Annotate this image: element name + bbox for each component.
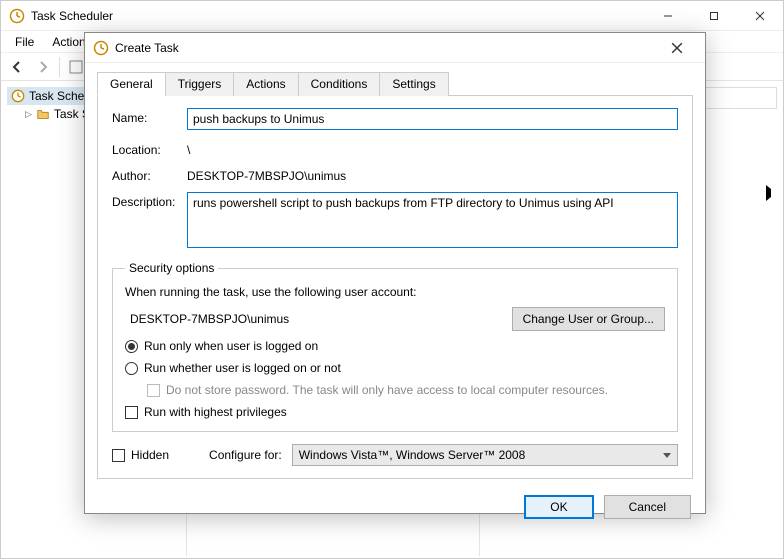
create-task-dialog: Create Task General Triggers Actions Con… bbox=[84, 32, 706, 514]
window-controls bbox=[645, 1, 783, 31]
tab-conditions[interactable]: Conditions bbox=[298, 72, 381, 96]
general-bottom-row: Hidden Configure for: Windows Vista™, Wi… bbox=[112, 444, 678, 466]
hidden-label: Hidden bbox=[131, 448, 169, 462]
configure-for-value: Windows Vista™, Windows Server™ 2008 bbox=[299, 448, 526, 462]
dialog-button-row: OK Cancel bbox=[85, 485, 705, 529]
forward-button[interactable] bbox=[31, 55, 55, 79]
author-value: DESKTOP-7MBSPJO\unimus bbox=[187, 166, 678, 186]
description-input[interactable] bbox=[187, 192, 678, 248]
store-password-check: Do not store password. The task will onl… bbox=[125, 383, 665, 397]
security-legend: Security options bbox=[125, 261, 218, 275]
configure-for-select[interactable]: Windows Vista™, Windows Server™ 2008 bbox=[292, 444, 678, 466]
main-title: Task Scheduler bbox=[31, 9, 645, 23]
radio-not-logged[interactable]: Run whether user is logged on or not bbox=[125, 361, 665, 375]
tab-triggers[interactable]: Triggers bbox=[165, 72, 235, 96]
security-options-group: Security options When running the task, … bbox=[112, 261, 678, 432]
ok-button[interactable]: OK bbox=[524, 495, 593, 519]
tab-actions[interactable]: Actions bbox=[233, 72, 298, 96]
store-password-label: Do not store password. The task will onl… bbox=[166, 383, 608, 397]
radio-logged-on[interactable]: Run only when user is logged on bbox=[125, 339, 665, 353]
folder-icon bbox=[36, 107, 50, 121]
checkbox-icon bbox=[147, 384, 160, 397]
highest-privileges-label: Run with highest privileges bbox=[144, 405, 287, 419]
author-label: Author: bbox=[112, 166, 187, 183]
description-label: Description: bbox=[112, 192, 187, 209]
expand-icon: ▷ bbox=[25, 109, 32, 120]
cancel-button[interactable]: Cancel bbox=[604, 495, 691, 519]
chevron-down-icon bbox=[663, 453, 671, 458]
security-heading: When running the task, use the following… bbox=[125, 285, 665, 299]
tab-settings[interactable]: Settings bbox=[379, 72, 448, 96]
name-input[interactable] bbox=[187, 108, 678, 130]
checkbox-icon bbox=[112, 449, 125, 462]
close-button[interactable] bbox=[737, 1, 783, 31]
main-titlebar: Task Scheduler bbox=[1, 1, 783, 31]
radio-icon bbox=[125, 362, 138, 375]
hidden-check[interactable]: Hidden bbox=[112, 448, 169, 462]
radio-logged-on-label: Run only when user is logged on bbox=[144, 339, 318, 353]
maximize-button[interactable] bbox=[691, 1, 737, 31]
toolbar-separator bbox=[59, 57, 60, 77]
dialog-title: Create Task bbox=[115, 41, 657, 55]
tab-general[interactable]: General bbox=[97, 72, 166, 96]
change-user-button[interactable]: Change User or Group... bbox=[512, 307, 665, 331]
menu-file[interactable]: File bbox=[7, 33, 42, 51]
security-user: DESKTOP-7MBSPJO\unimus bbox=[125, 309, 504, 329]
minimize-button[interactable] bbox=[645, 1, 691, 31]
task-scheduler-icon bbox=[93, 40, 109, 56]
chevron-right-icon[interactable] bbox=[766, 185, 775, 201]
highest-privileges-check[interactable]: Run with highest privileges bbox=[125, 405, 665, 419]
back-button[interactable] bbox=[5, 55, 29, 79]
tab-panel-general: Name: Location: \ Author: DESKTOP-7MBSPJ… bbox=[97, 96, 693, 479]
location-label: Location: bbox=[112, 140, 187, 157]
location-value: \ bbox=[187, 140, 678, 160]
dialog-titlebar: Create Task bbox=[85, 33, 705, 63]
dialog-body: General Triggers Actions Conditions Sett… bbox=[85, 63, 705, 485]
radio-not-logged-label: Run whether user is logged on or not bbox=[144, 361, 341, 375]
configure-for-label: Configure for: bbox=[209, 448, 282, 462]
name-label: Name: bbox=[112, 108, 187, 125]
task-scheduler-icon bbox=[11, 89, 25, 103]
dialog-close-button[interactable] bbox=[657, 33, 697, 63]
task-scheduler-icon bbox=[9, 8, 25, 24]
dialog-tabs: General Triggers Actions Conditions Sett… bbox=[97, 71, 693, 96]
checkbox-icon bbox=[125, 406, 138, 419]
radio-icon bbox=[125, 340, 138, 353]
